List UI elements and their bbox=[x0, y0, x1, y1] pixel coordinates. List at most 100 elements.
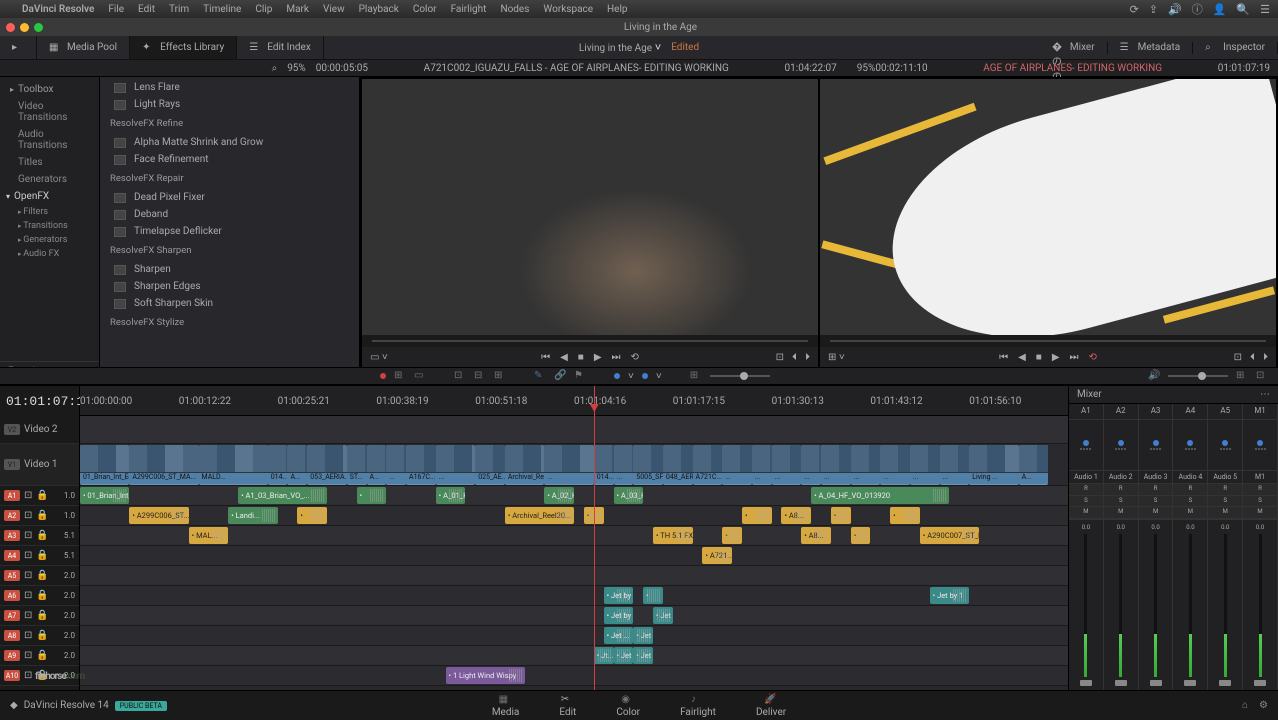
menu-help[interactable]: Help bbox=[607, 4, 627, 15]
video-clip[interactable]: Archival_Reel20... bbox=[505, 445, 545, 485]
mixer-ch-A1[interactable]: A1 bbox=[1069, 404, 1104, 419]
fx-item[interactable]: Deband bbox=[100, 206, 359, 223]
video-clip[interactable]: ... bbox=[436, 445, 476, 485]
video-clip[interactable]: ... bbox=[940, 445, 970, 485]
source-prev-button[interactable]: ◀ bbox=[560, 352, 568, 363]
mixer-ch-A4[interactable]: A4 bbox=[1173, 404, 1208, 419]
program-in-button[interactable]: ⏴ bbox=[1250, 352, 1255, 363]
track-head-A1[interactable]: A1⊡🔒1.0 bbox=[0, 486, 79, 506]
audio-clip[interactable]: • A8... bbox=[781, 507, 811, 524]
fx-item[interactable]: Sharpen bbox=[100, 261, 359, 278]
project-name[interactable]: Living in the Age ˅ bbox=[579, 41, 661, 54]
sidebar-audio-transitions[interactable]: Audio Transitions bbox=[0, 126, 99, 154]
video-clip[interactable]: ... bbox=[772, 445, 802, 485]
video-clip[interactable]: A... bbox=[287, 445, 307, 485]
audio-clip[interactable]: • A_01_H_... bbox=[436, 487, 466, 504]
program-screen[interactable] bbox=[820, 79, 1276, 335]
source-loop-button[interactable]: ⟲ bbox=[631, 352, 639, 363]
mixer-send-A2[interactable] bbox=[1104, 420, 1139, 470]
mixer-button[interactable]: �のののMixer bbox=[1040, 42, 1108, 54]
track-head-A4[interactable]: A4⊡🔒5.1 bbox=[0, 546, 79, 566]
audio-clip[interactable]: • bbox=[722, 527, 742, 544]
audio-clip[interactable]: • bbox=[851, 527, 871, 544]
audio-clip[interactable]: • Jet ... bbox=[614, 647, 634, 664]
track-v1[interactable]: 01_Brian_Int_Edit...A299C006_ST_MA...MAL… bbox=[80, 444, 1068, 486]
audio-clip[interactable]: • A290C007_ST_MAAR... bbox=[920, 527, 979, 544]
program-first-button[interactable]: ⏮ bbox=[999, 352, 1008, 363]
fx-item[interactable]: Lens Flare bbox=[100, 79, 359, 96]
track-A10[interactable]: • 1 Light Wind Wispy bbox=[80, 666, 1068, 686]
audio-clip[interactable]: • Jet ... bbox=[604, 627, 634, 644]
page-edit[interactable]: ✂Edit bbox=[559, 694, 576, 718]
audio-clip[interactable]: • bbox=[831, 507, 851, 524]
program-loop-button[interactable]: ⟲ bbox=[1089, 352, 1097, 363]
mixer-send-A3[interactable] bbox=[1139, 420, 1174, 470]
fx-item[interactable]: Face Refinement bbox=[100, 151, 359, 168]
video-clip[interactable]: 01_Brian_Int_Edit... bbox=[80, 445, 129, 485]
flag-icon[interactable]: ⚑ bbox=[574, 370, 586, 382]
audio-clip[interactable]: • bbox=[643, 587, 663, 604]
mixer-fader-A2[interactable]: 0.0 bbox=[1104, 520, 1139, 690]
program-match-button[interactable]: ⊡ bbox=[1234, 352, 1242, 363]
mixer-fader-A4[interactable]: 0.0 bbox=[1173, 520, 1208, 690]
blade-icon[interactable]: ✎ bbox=[534, 370, 546, 382]
video-clip[interactable]: ... bbox=[910, 445, 940, 485]
track-A5[interactable] bbox=[80, 566, 1068, 586]
menu-view[interactable]: View bbox=[323, 4, 345, 15]
track-A9[interactable]: • Jt...• Jet ...• Jet ... bbox=[80, 646, 1068, 666]
program-play-button[interactable]: ▶ bbox=[1052, 352, 1060, 363]
menu-fairlight[interactable]: Fairlight bbox=[451, 4, 487, 15]
status-menu-icon[interactable]: ☰ bbox=[1260, 3, 1270, 16]
video-clip[interactable]: 053_AERIA... bbox=[307, 445, 347, 485]
track-v2[interactable] bbox=[80, 416, 1068, 444]
timeline-options-icon[interactable]: ⊡ bbox=[1256, 370, 1268, 382]
fx-item[interactable]: Sharpen Edges bbox=[100, 278, 359, 295]
track-head-A5[interactable]: A5⊡🔒2.0 bbox=[0, 566, 79, 586]
video-clip[interactable]: ... bbox=[544, 445, 593, 485]
status-info-icon[interactable]: ⓘ bbox=[1192, 1, 1203, 17]
audio-clip[interactable]: • Jet ... bbox=[633, 647, 653, 664]
menu-mark[interactable]: Mark bbox=[286, 4, 309, 15]
audio-clip[interactable]: • Jt... bbox=[594, 647, 614, 664]
audio-clip[interactable]: • Jet ... bbox=[633, 627, 653, 644]
home-icon[interactable]: ⌂ bbox=[1242, 700, 1248, 711]
app-name[interactable]: DaVinci Resolve bbox=[22, 4, 94, 15]
menu-nodes[interactable]: Nodes bbox=[500, 4, 529, 15]
track-head-A6[interactable]: A6⊡🔒2.0 bbox=[0, 586, 79, 606]
sidebar-filters[interactable]: Filters bbox=[0, 205, 99, 219]
fx-item[interactable]: Alpha Matte Shrink and Grow bbox=[100, 134, 359, 151]
mixer-send-M1[interactable] bbox=[1243, 420, 1278, 470]
audio-clip[interactable]: • bbox=[742, 507, 772, 524]
record-icon[interactable] bbox=[380, 373, 386, 379]
program-zoom[interactable]: 95% bbox=[857, 63, 876, 74]
inspector-button[interactable]: ⌕Inspector bbox=[1193, 42, 1278, 54]
program-stop-button[interactable]: ■ bbox=[1036, 352, 1042, 363]
video-clip[interactable]: ... bbox=[386, 445, 406, 485]
audio-clip[interactable]: • Jet by 1 bbox=[604, 587, 634, 604]
track-A3[interactable]: • MAL...• TH 5.1 FX ...• • A8...• • A290… bbox=[80, 526, 1068, 546]
source-next-button[interactable]: ⏭ bbox=[612, 352, 621, 363]
audio-clip[interactable]: • bbox=[890, 507, 920, 524]
sidebar-generators-fx[interactable]: Generators bbox=[0, 233, 99, 247]
timeline-ruler[interactable]: 01:00:00:0001:00:12:2201:00:25:2101:00:3… bbox=[80, 386, 1068, 416]
expand-button[interactable]: ▸ bbox=[0, 36, 37, 59]
playhead[interactable] bbox=[594, 386, 595, 690]
video-clip[interactable]: 5005_SF... bbox=[633, 445, 663, 485]
source-stop-button[interactable]: ■ bbox=[578, 352, 584, 363]
toolbox-header[interactable]: Toolbox bbox=[0, 81, 99, 98]
audio-clip[interactable]: • A_04_HF_VO_013920 bbox=[811, 487, 949, 504]
snap-icon[interactable]: ⊞ bbox=[690, 370, 702, 382]
mixer-fader-M1[interactable]: 0.0 bbox=[1243, 520, 1278, 690]
mixer-ch-A3[interactable]: A3 bbox=[1139, 404, 1174, 419]
audio-clip[interactable]: • Jet ... bbox=[653, 607, 673, 624]
audio-clip[interactable]: • A299C006_ST... bbox=[129, 507, 188, 524]
fx-item[interactable]: Light Rays bbox=[100, 96, 359, 113]
page-deliver[interactable]: 🚀Deliver bbox=[756, 694, 786, 718]
fx-item[interactable]: Soft Sharpen Skin bbox=[100, 295, 359, 312]
mixer-send-A4[interactable] bbox=[1173, 420, 1208, 470]
sidebar-video-transitions[interactable]: Video Transitions bbox=[0, 98, 99, 126]
track-A1[interactable]: • 01_Brian_Int_E...• A1_03_Brian_VO_...•… bbox=[80, 486, 1068, 506]
program-mode-button[interactable]: ⊞ ˅ bbox=[828, 352, 845, 363]
video-clip[interactable]: ... bbox=[722, 445, 752, 485]
video-clip[interactable]: ... bbox=[880, 445, 910, 485]
